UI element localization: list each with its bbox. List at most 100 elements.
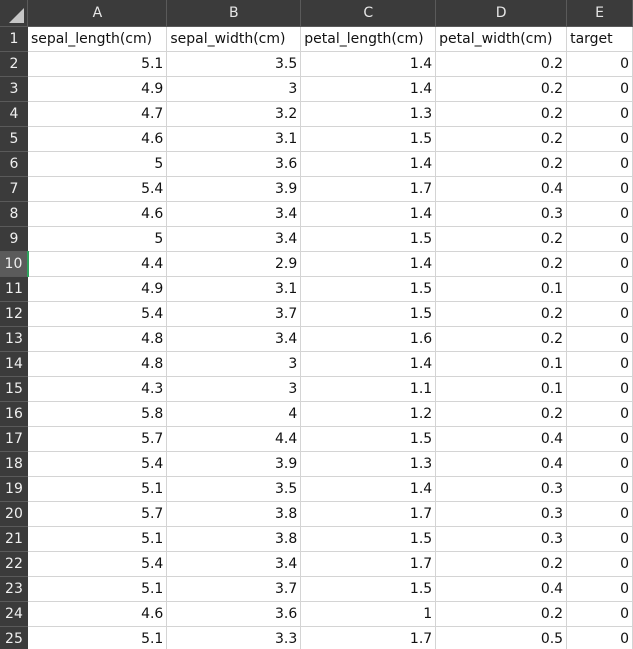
cell[interactable]: 0	[566, 326, 633, 352]
cell[interactable]: 3	[166, 376, 302, 402]
cell[interactable]: 1.7	[300, 626, 437, 649]
cell[interactable]: 3.8	[166, 526, 302, 552]
cell[interactable]: 1.1	[300, 376, 437, 402]
cell[interactable]: 0.1	[435, 276, 568, 302]
cell[interactable]: 0	[566, 201, 633, 227]
cell[interactable]: 5.4	[27, 176, 168, 202]
cell[interactable]: 3.1	[166, 276, 302, 302]
cell[interactable]: 0.2	[435, 551, 568, 577]
cell[interactable]: 1.4	[300, 351, 437, 377]
row-header[interactable]: 9	[0, 226, 28, 252]
cell[interactable]: 0	[566, 376, 633, 402]
cell[interactable]: 5.4	[27, 451, 168, 477]
cell[interactable]: 1.4	[300, 51, 437, 77]
column-header-a[interactable]: A	[27, 0, 168, 27]
row-header[interactable]: 10	[0, 251, 29, 277]
cell[interactable]: 0.2	[435, 251, 568, 277]
row-header[interactable]: 2	[0, 51, 28, 77]
cell[interactable]: 1.4	[300, 76, 437, 102]
cell[interactable]: 1.2	[300, 401, 437, 427]
cell[interactable]: 3.8	[166, 501, 302, 527]
column-header-b[interactable]: B	[166, 0, 302, 27]
cell[interactable]: 3.9	[166, 451, 302, 477]
cell[interactable]: 1.5	[300, 576, 437, 602]
row-header[interactable]: 11	[0, 276, 28, 302]
cell[interactable]: 3	[166, 76, 302, 102]
cell[interactable]: 5	[27, 151, 168, 177]
cell[interactable]: 3.4	[166, 201, 302, 227]
cell[interactable]: 3.4	[166, 551, 302, 577]
cell[interactable]: 0.1	[435, 351, 568, 377]
cell[interactable]: 0	[566, 226, 633, 252]
cell[interactable]: 0.4	[435, 451, 568, 477]
cell[interactable]: 0.4	[435, 176, 568, 202]
cell[interactable]: 4.8	[27, 351, 168, 377]
cell[interactable]: 0.3	[435, 526, 568, 552]
cell[interactable]: 3	[166, 351, 302, 377]
cell[interactable]: sepal_length(cm)	[27, 26, 168, 52]
cell[interactable]: 5.4	[27, 551, 168, 577]
cell[interactable]: petal_length(cm)	[300, 26, 437, 52]
cell[interactable]: 1.5	[300, 226, 437, 252]
row-header[interactable]: 12	[0, 301, 28, 327]
row-header[interactable]: 24	[0, 601, 28, 627]
row-header[interactable]: 19	[0, 476, 28, 502]
row-header[interactable]: 3	[0, 76, 28, 102]
cell[interactable]: 5.1	[27, 626, 168, 649]
cell[interactable]: 0.2	[435, 101, 568, 127]
row-header[interactable]: 5	[0, 126, 28, 152]
row-header[interactable]: 7	[0, 176, 28, 202]
cell[interactable]: 4.9	[27, 276, 168, 302]
cell[interactable]: 1.4	[300, 251, 437, 277]
row-header[interactable]: 20	[0, 501, 28, 527]
cell[interactable]: 0.2	[435, 326, 568, 352]
cell[interactable]: petal_width(cm)	[435, 26, 568, 52]
cell[interactable]: 3.6	[166, 601, 302, 627]
cell[interactable]: 0	[566, 76, 633, 102]
cell[interactable]: 3.7	[166, 301, 302, 327]
cell[interactable]: 0	[566, 626, 633, 649]
row-header[interactable]: 14	[0, 351, 28, 377]
row-header[interactable]: 16	[0, 401, 28, 427]
cell[interactable]: 0	[566, 401, 633, 427]
cell[interactable]: 0	[566, 276, 633, 302]
cell[interactable]: 0	[566, 251, 633, 277]
cell[interactable]: 0	[566, 351, 633, 377]
row-header[interactable]: 6	[0, 151, 28, 177]
cell[interactable]: 5.7	[27, 501, 168, 527]
row-header[interactable]: 1	[0, 26, 28, 52]
row-header[interactable]: 8	[0, 201, 28, 227]
cell[interactable]: 0	[566, 176, 633, 202]
cell[interactable]: 1.3	[300, 451, 437, 477]
column-header-c[interactable]: C	[300, 0, 437, 27]
cell[interactable]: 4.6	[27, 126, 168, 152]
cell[interactable]: 3.6	[166, 151, 302, 177]
cell[interactable]: 3.9	[166, 176, 302, 202]
cell[interactable]: 5.8	[27, 401, 168, 427]
cell[interactable]: 3.4	[166, 326, 302, 352]
cell[interactable]: 3.2	[166, 101, 302, 127]
cell[interactable]: 4.9	[27, 76, 168, 102]
cell[interactable]: 0	[566, 601, 633, 627]
cell[interactable]: 3.5	[166, 476, 302, 502]
row-header[interactable]: 25	[0, 626, 28, 649]
cell[interactable]: 5.1	[27, 476, 168, 502]
row-header[interactable]: 22	[0, 551, 28, 577]
cell[interactable]: 0	[566, 426, 633, 452]
cell[interactable]: 4.6	[27, 201, 168, 227]
cell[interactable]: 0.2	[435, 226, 568, 252]
cell[interactable]: 0	[566, 551, 633, 577]
cell[interactable]: 0	[566, 301, 633, 327]
row-header[interactable]: 13	[0, 326, 28, 352]
cell[interactable]: 1.4	[300, 201, 437, 227]
cell[interactable]: 0.2	[435, 401, 568, 427]
column-header-d[interactable]: D	[435, 0, 568, 27]
cell[interactable]: 0.4	[435, 576, 568, 602]
cell[interactable]: 3.3	[166, 626, 302, 649]
row-header[interactable]: 23	[0, 576, 28, 602]
cell[interactable]: 3.7	[166, 576, 302, 602]
cell[interactable]: 5.1	[27, 51, 168, 77]
cell[interactable]: 0.4	[435, 426, 568, 452]
cell[interactable]: 1.5	[300, 126, 437, 152]
cell[interactable]: 0	[566, 451, 633, 477]
